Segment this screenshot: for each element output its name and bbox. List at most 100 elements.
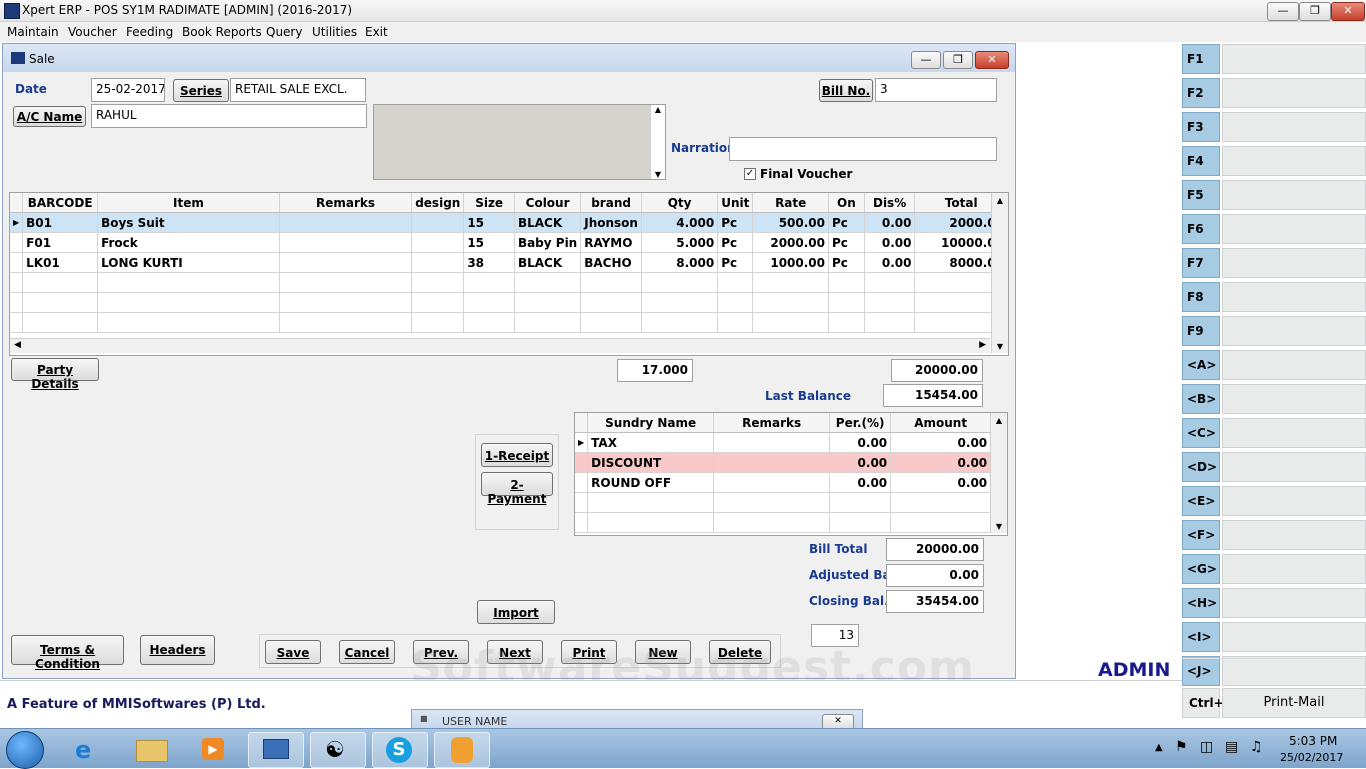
grid-cell[interactable]: RAYMO [580,232,642,253]
volume-icon[interactable]: ♫ [1250,739,1263,755]
grid-cell[interactable] [752,312,829,333]
sundry-cell[interactable] [587,492,715,513]
grid-cell[interactable]: BLACK [514,252,582,273]
function-key-5[interactable]: F5 [1182,180,1366,212]
grid-cell[interactable] [463,312,515,333]
payment-button[interactable]: 2-Payment [481,472,553,506]
address-scrollbar[interactable]: ▲ ▼ [650,105,665,179]
items-col-header[interactable]: Rate [752,193,829,213]
grid-cell[interactable]: F01 [22,232,99,253]
sundry-cell[interactable] [890,512,992,533]
media-player-icon[interactable]: ▶ [186,732,240,766]
sundry-row[interactable] [575,492,992,513]
function-key-14[interactable]: <E> [1182,486,1366,518]
ac-name-button[interactable]: A/C Name [13,106,86,127]
menu-voucher[interactable]: Voucher [68,25,117,39]
network-computer-icon[interactable] [248,732,304,768]
grid-cell[interactable] [514,272,582,293]
items-col-header[interactable]: brand [580,193,642,213]
network-icon[interactable]: ▤ [1225,739,1238,755]
grid-cell[interactable] [514,292,582,313]
grid-cell[interactable]: 500.00 [752,212,829,233]
xpert-erp-taskbar-icon[interactable] [434,732,490,768]
sundry-cell[interactable] [713,512,831,533]
sale-maximize-button[interactable]: ❐ [943,51,973,69]
table-row[interactable]: F01 Frock 15 Baby Pin RAYMO 5.000 Pc 2000.00 Pc 0… [10,232,1008,253]
grid-cell[interactable] [22,272,99,293]
items-hscrollbar[interactable]: ◀ ▶ [10,338,990,353]
grid-cell[interactable]: 8.000 [641,252,719,273]
cancel-button[interactable]: Cancel [339,640,395,664]
items-col-header[interactable]: Size [463,193,515,213]
grid-cell[interactable] [641,272,719,293]
minimize-button[interactable]: — [1267,2,1299,21]
sundry-cell[interactable] [829,512,892,533]
items-col-header[interactable]: Item [97,193,280,213]
skype-icon[interactable]: S [372,732,428,768]
items-col-header[interactable]: Colour [514,193,582,213]
clock-time[interactable]: 5:03 PM [1289,734,1337,748]
grid-cell[interactable]: Pc [717,232,754,253]
sundry-cell[interactable]: 0.00 [890,432,992,453]
function-key-16[interactable]: <G> [1182,554,1366,586]
sundry-col-header[interactable]: Amount [890,413,992,433]
function-key-17[interactable]: <H> [1182,588,1366,620]
function-key-13[interactable]: <D> [1182,452,1366,484]
grid-cell[interactable]: LONG KURTI [97,252,280,273]
sundry-scroll-down-icon[interactable]: ▼ [991,522,1007,531]
grid-cell[interactable]: LK01 [22,252,99,273]
sundry-cell[interactable] [713,472,831,493]
items-scroll-right-icon[interactable]: ▶ [979,340,986,350]
party-details-button[interactable]: Party Details [11,358,99,391]
device-icon[interactable]: ◫ [1200,739,1213,755]
grid-cell[interactable]: 15 [463,232,515,253]
items-col-header[interactable]: Unit [717,193,754,213]
items-col-header[interactable]: design [411,193,465,213]
ac-name-field[interactable]: RAHUL [91,104,367,128]
grid-cell[interactable] [279,212,413,233]
grid-cell[interactable]: BLACK [514,212,582,233]
menu-maintain[interactable]: Maintain [7,25,59,39]
grid-cell[interactable]: Pc [717,212,754,233]
sundry-scroll-up-icon[interactable]: ▲ [991,413,1007,425]
grid-cell[interactable] [411,292,465,313]
sundry-cell[interactable]: 0.00 [829,432,892,453]
items-col-header[interactable]: BARCODE [22,193,99,213]
grid-cell[interactable]: 2000.00 [752,232,829,253]
file-explorer-icon[interactable] [124,732,178,766]
grid-cell[interactable] [641,292,719,313]
sundry-cell[interactable]: 0.00 [890,472,992,493]
grid-cell[interactable] [828,272,865,293]
menu-query[interactable]: Query [266,25,302,39]
grid-cell[interactable]: 0.00 [864,252,916,273]
function-key-7[interactable]: F7 [1182,248,1366,280]
function-key-9[interactable]: F9 [1182,316,1366,348]
grid-cell[interactable]: Frock [97,232,280,253]
import-button[interactable]: Import [477,600,555,624]
sundry-col-header[interactable]: Remarks [713,413,831,433]
grid-cell[interactable] [752,292,829,313]
sundry-cell[interactable] [829,492,892,513]
ctrl-l-key[interactable]: Ctrl+L Print-Mail [1182,688,1366,720]
sundry-cell[interactable]: 0.00 [890,452,992,473]
narration-field[interactable] [729,137,997,161]
grid-cell[interactable] [641,312,719,333]
function-key-1[interactable]: F1 [1182,44,1366,76]
username-window[interactable]: ■ USER NAME ✕ [411,709,863,730]
grid-cell[interactable] [717,292,754,313]
sundry-cell[interactable] [587,512,715,533]
grid-cell[interactable] [717,312,754,333]
items-vscrollbar[interactable]: ▲ ▼ [991,193,1008,353]
sundry-cell[interactable] [713,492,831,513]
items-grid[interactable]: BARCODE Item Remarks design Size Colour brand Q… [9,192,1009,356]
scroll-up-icon[interactable]: ▲ [651,105,665,114]
grid-cell[interactable] [580,292,642,313]
function-key-10[interactable]: <A> [1182,350,1366,382]
function-key-3[interactable]: F3 [1182,112,1366,144]
grid-cell[interactable]: 15 [463,212,515,233]
start-button-icon[interactable] [6,731,44,769]
function-key-4[interactable]: F4 [1182,146,1366,178]
grid-cell[interactable]: BACHO [580,252,642,273]
grid-cell[interactable] [463,292,515,313]
grid-cell[interactable] [22,312,99,333]
